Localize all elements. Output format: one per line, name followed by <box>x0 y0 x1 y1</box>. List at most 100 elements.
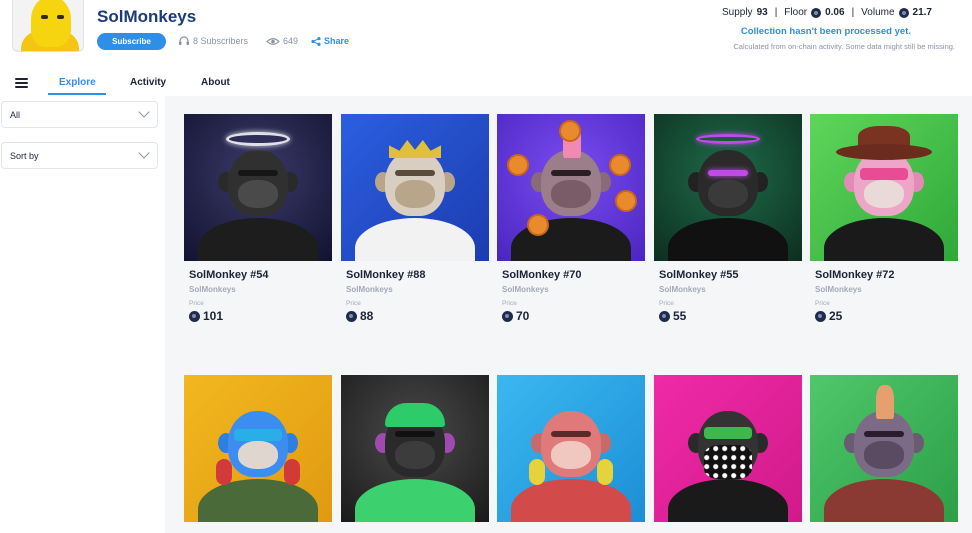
share-button[interactable]: Share <box>311 36 349 46</box>
sol-coin-icon <box>898 7 909 18</box>
nft-image[interactable] <box>810 114 958 261</box>
nft-card[interactable] <box>341 375 489 522</box>
nft-art-shape <box>395 180 435 208</box>
nft-art-shape <box>389 140 441 158</box>
nft-art-shape <box>876 385 894 419</box>
sol-coin-icon <box>189 310 200 322</box>
nft-art-shape <box>824 479 944 522</box>
tab-explore[interactable]: Explore <box>59 77 96 88</box>
nft-image[interactable] <box>497 375 645 522</box>
nft-art-shape <box>238 180 278 208</box>
processing-notice: Collection hasn't been processed yet. <box>740 26 911 37</box>
nft-art-shape <box>529 459 545 485</box>
nft-image[interactable] <box>341 114 489 261</box>
supply-value: 93 <box>756 7 768 18</box>
avatar-eye-art <box>57 15 64 19</box>
price-label: Price <box>189 300 204 307</box>
nft-card[interactable]: SolMonkey #54 SolMonkeys Price 101 <box>184 114 332 323</box>
nft-image[interactable] <box>654 375 802 522</box>
nft-price: 25 <box>815 309 958 323</box>
nft-art-shape <box>864 441 904 469</box>
nft-card[interactable]: SolMonkey #55 SolMonkeys Price 55 <box>654 114 802 323</box>
nft-image[interactable] <box>810 375 958 522</box>
nft-card[interactable]: SolMonkey #88 SolMonkeys Price 88 <box>341 114 489 323</box>
nft-art-shape <box>216 459 232 485</box>
nft-art-shape <box>234 429 282 441</box>
collection-title: SolMonkeys <box>97 7 197 26</box>
nft-art-shape <box>551 441 591 469</box>
price-label: Price <box>659 300 674 307</box>
nft-image[interactable] <box>341 375 489 522</box>
filters-sidebar: All Sort by <box>0 96 165 533</box>
tab-about[interactable]: About <box>201 77 230 88</box>
nft-art-shape <box>668 218 788 261</box>
share-icon <box>311 36 321 46</box>
nft-image[interactable] <box>184 114 332 261</box>
subscribe-button[interactable]: Subscribe <box>97 33 166 50</box>
nft-name[interactable]: SolMonkey #54 <box>189 269 332 281</box>
nft-price: 70 <box>502 309 645 323</box>
nft-art-shape <box>824 218 944 261</box>
subscribers-label: 8 Subscribers <box>193 36 249 46</box>
nft-price: 55 <box>659 309 802 323</box>
nft-art-shape <box>668 479 788 522</box>
nft-art-shape <box>708 170 748 176</box>
sol-coin-icon <box>811 7 822 18</box>
nft-collection: SolMonkeys <box>346 285 393 294</box>
nft-price-value: 101 <box>203 309 224 323</box>
nft-art-shape <box>507 154 529 176</box>
nft-image[interactable] <box>184 375 332 522</box>
views-count: 649 <box>266 36 298 46</box>
nft-name[interactable]: SolMonkey #72 <box>815 269 958 281</box>
collection-avatar <box>12 0 84 52</box>
nft-art-shape <box>860 168 908 180</box>
share-label: Share <box>324 36 350 46</box>
nft-card[interactable] <box>184 375 332 522</box>
nft-card[interactable] <box>497 375 645 522</box>
nft-art-shape <box>864 431 904 437</box>
nft-name[interactable]: SolMonkey #70 <box>502 269 645 281</box>
price-label: Price <box>346 300 361 307</box>
nft-art-shape <box>238 170 278 176</box>
nft-name[interactable]: SolMonkey #55 <box>659 269 802 281</box>
nft-art-shape <box>527 214 549 236</box>
nft-art-shape <box>198 479 318 522</box>
volume-label: Volume <box>861 7 895 18</box>
nft-collection: SolMonkeys <box>815 285 862 294</box>
nft-card[interactable] <box>810 375 958 522</box>
nft-art-shape <box>238 441 278 469</box>
avatar-face-art <box>31 0 71 47</box>
nft-card[interactable]: SolMonkey #70 SolMonkeys Price 70 <box>497 114 645 323</box>
hamburger-menu-icon[interactable] <box>15 78 28 88</box>
nft-card[interactable]: SolMonkey #72 SolMonkeys Price 25 <box>810 114 958 323</box>
nft-art-shape <box>696 134 760 144</box>
nft-collection: SolMonkeys <box>659 285 706 294</box>
nft-price: 101 <box>189 309 332 323</box>
supply-label: Supply <box>721 7 753 18</box>
headset-icon <box>179 36 189 45</box>
nft-price-value: 55 <box>673 309 687 323</box>
price-label: Price <box>502 300 517 307</box>
collection-stats: Supply 93 | Floor 0.06 | Volume 21.7 <box>722 7 932 18</box>
price-label: Price <box>815 300 830 307</box>
nft-art-shape <box>355 218 475 261</box>
nft-art-shape <box>511 479 631 522</box>
nft-image[interactable] <box>497 114 645 261</box>
avatar-eye-art <box>41 15 48 19</box>
nft-art-shape <box>551 431 591 437</box>
sol-coin-icon <box>659 310 670 322</box>
nft-image[interactable] <box>654 114 802 261</box>
sol-coin-icon <box>815 310 826 322</box>
nft-art-shape <box>226 132 290 146</box>
views-label: 649 <box>283 36 299 46</box>
nft-name[interactable]: SolMonkey #88 <box>346 269 489 281</box>
nft-card[interactable] <box>654 375 802 522</box>
sort-select[interactable]: Sort by <box>1 142 158 169</box>
sort-select-value: Sort by <box>10 150 39 161</box>
chevron-down-icon <box>138 106 150 118</box>
category-select[interactable]: All <box>1 101 158 128</box>
nft-art-shape <box>551 170 591 176</box>
nft-art-shape <box>704 445 752 479</box>
tab-activity[interactable]: Activity <box>130 77 166 88</box>
nft-price-value: 88 <box>360 309 374 323</box>
